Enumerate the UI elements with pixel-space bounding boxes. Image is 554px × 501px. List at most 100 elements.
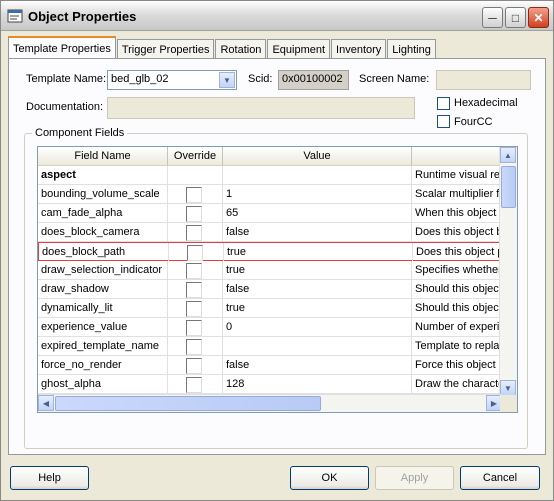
scid-label: Scid: [248, 73, 273, 85]
override-checkbox[interactable] [186, 301, 202, 317]
field-name-cell[interactable]: does_block_path [39, 243, 169, 261]
scroll-down-button[interactable]: ▼ [500, 380, 516, 396]
tab-equipment[interactable]: Equipment [267, 39, 331, 59]
vertical-scrollbar[interactable]: ▲ ▼ [499, 147, 517, 396]
description-cell: When this object i [415, 207, 502, 219]
field-name-cell[interactable]: draw_selection_indicator [38, 261, 168, 279]
field-name-cell[interactable]: experience_value [38, 318, 168, 336]
description-cell: Number of experie [415, 321, 502, 333]
table-row[interactable]: aspect Runtime visual rep [38, 166, 502, 185]
maximize-icon: □ [511, 10, 520, 25]
screen-name-field[interactable] [436, 70, 531, 90]
override-checkbox[interactable] [186, 358, 202, 374]
cancel-button[interactable]: Cancel [460, 466, 540, 490]
table-row[interactable]: does_block_camera false Does this object b [38, 223, 502, 242]
value-cell[interactable]: 1 [223, 185, 412, 203]
scid-field: 0x00100002 [278, 70, 349, 90]
value-cell[interactable]: true [223, 261, 412, 279]
override-checkbox[interactable] [186, 187, 202, 203]
field-name-cell[interactable]: ghost_alpha [38, 375, 168, 393]
override-checkbox[interactable] [186, 339, 202, 355]
column-header-description[interactable] [412, 147, 502, 166]
scroll-left-button[interactable]: ◀ [38, 395, 54, 411]
value-cell[interactable]: 65 [223, 204, 412, 222]
documentation-label: Documentation: [26, 101, 104, 113]
value-cell[interactable]: false [223, 356, 412, 374]
table-row[interactable]: experience_value 0 Number of experie [38, 318, 502, 337]
tab-rotation[interactable]: Rotation [215, 39, 267, 59]
column-header-value[interactable]: Value [223, 147, 412, 166]
close-button[interactable]: ✕ [528, 7, 549, 28]
override-checkbox[interactable] [187, 245, 203, 261]
horizontal-scroll-thumb[interactable] [55, 396, 321, 411]
hexadecimal-label: Hexadecimal [454, 97, 518, 109]
table-row[interactable]: dynamically_lit true Should this object [38, 299, 502, 318]
hexadecimal-checkbox[interactable] [437, 97, 450, 110]
horizontal-scrollbar[interactable]: ◀ ▶ [38, 394, 502, 412]
field-name-cell[interactable]: expired_template_name [38, 337, 168, 355]
fourcc-checkbox[interactable] [437, 115, 450, 128]
field-name-cell[interactable]: does_block_camera [38, 223, 168, 241]
override-checkbox[interactable] [186, 377, 202, 393]
template-name-value: bed_glb_02 [111, 73, 169, 85]
title-bar[interactable]: Object Properties ─ □ ✕ [1, 1, 553, 31]
value-cell[interactable]: false [223, 280, 412, 298]
tab-lighting[interactable]: Lighting [387, 39, 436, 59]
tab-trigger-properties[interactable]: Trigger Properties [116, 39, 215, 59]
description-cell: Should this object [415, 283, 502, 295]
column-header-override[interactable]: Override [168, 147, 223, 166]
field-name-cell[interactable]: cam_fade_alpha [38, 204, 168, 222]
tab-inventory[interactable]: Inventory [331, 39, 387, 59]
apply-button[interactable]: Apply [375, 466, 454, 490]
value-cell[interactable] [223, 166, 412, 184]
table-row[interactable]: expired_template_name Template to replac [38, 337, 502, 356]
template-name-label: Template Name: [26, 73, 107, 85]
ok-button[interactable]: OK [290, 466, 369, 490]
table-row[interactable]: force_no_render false Force this object n [38, 356, 502, 375]
maximize-button[interactable]: □ [505, 7, 526, 28]
help-button[interactable]: Help [10, 466, 89, 490]
value-cell[interactable]: true [223, 299, 412, 317]
tab-template-properties[interactable]: Template Properties [8, 36, 116, 60]
value-cell[interactable] [223, 337, 412, 355]
description-cell: Does this object b [415, 226, 502, 238]
override-checkbox[interactable] [186, 282, 202, 298]
field-name-cell[interactable]: force_no_render [38, 356, 168, 374]
scroll-up-button[interactable]: ▲ [500, 147, 516, 163]
screen-name-label: Screen Name: [359, 73, 430, 85]
template-name-combo[interactable]: bed_glb_02 ▼ [107, 70, 237, 90]
field-name-cell[interactable]: draw_shadow [38, 280, 168, 298]
table-row[interactable]: does_block_path true Does this object p [38, 242, 503, 261]
minimize-icon: ─ [488, 10, 497, 25]
override-checkbox[interactable] [186, 225, 202, 241]
table-row[interactable]: draw_selection_indicator true Specifies wh… [38, 261, 502, 280]
chevron-down-icon[interactable]: ▼ [219, 72, 235, 88]
value-cell[interactable]: 0 [223, 318, 412, 336]
chevron-up-icon: ▲ [504, 150, 512, 160]
field-name-cell[interactable]: aspect [38, 166, 168, 184]
minimize-button[interactable]: ─ [482, 7, 503, 28]
value-cell[interactable]: 128 [223, 375, 412, 393]
table-row[interactable]: ghost_alpha 128 Draw the characte [38, 375, 502, 394]
tab-strip: Template Properties Trigger Properties R… [8, 36, 437, 60]
table-row[interactable]: bounding_volume_scale 1 Scalar multiplier … [38, 185, 502, 204]
description-cell: Does this object p [416, 246, 503, 258]
override-cell [168, 166, 223, 184]
column-header-field-name[interactable]: Field Name [38, 147, 168, 166]
vertical-scroll-thumb[interactable] [501, 166, 516, 208]
component-fields-grid[interactable]: Field Name Override Value aspect Runtime … [37, 146, 518, 413]
field-name-cell[interactable]: dynamically_lit [38, 299, 168, 317]
table-row[interactable]: cam_fade_alpha 65 When this object i [38, 204, 502, 223]
override-checkbox[interactable] [186, 206, 202, 222]
field-name-cell[interactable]: bounding_volume_scale [38, 185, 168, 203]
override-checkbox[interactable] [186, 320, 202, 336]
documentation-field[interactable] [107, 97, 415, 119]
app-icon [7, 8, 23, 24]
description-cell: Template to replac [415, 340, 502, 352]
scrollbar-corner [500, 395, 517, 412]
value-cell[interactable]: true [224, 243, 413, 261]
table-row[interactable]: draw_shadow false Should this object [38, 280, 502, 299]
value-cell[interactable]: false [223, 223, 412, 241]
description-cell: Force this object n [415, 359, 502, 371]
override-checkbox[interactable] [186, 263, 202, 279]
